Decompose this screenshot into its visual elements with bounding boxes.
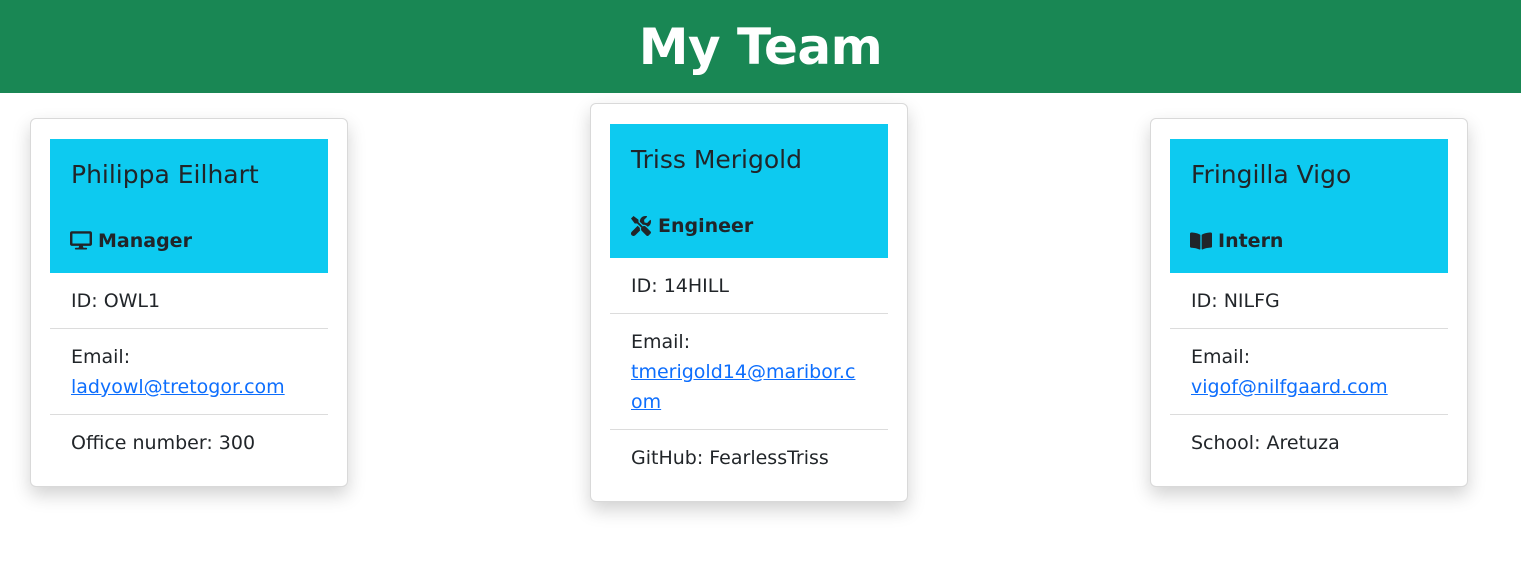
id-value: 14HILL <box>663 275 729 297</box>
school-label: School: <box>1191 432 1267 454</box>
employee-id: ID: 14HILL <box>610 258 888 314</box>
id-label: ID: <box>71 290 104 312</box>
id-value: NILFG <box>1223 290 1280 312</box>
employee-details: ID: 14HILL Email: tmerigold14@maribor.com… <box>610 258 888 485</box>
employee-id: ID: NILFG <box>1170 273 1448 329</box>
employee-role: Intern <box>1190 230 1283 252</box>
id-label: ID: <box>1191 290 1224 312</box>
email-link[interactable]: ladyowl@tretogor.com <box>71 376 285 398</box>
page-header: My Team <box>0 0 1521 93</box>
card-header: Triss Merigold Engineer <box>610 124 888 258</box>
employee-role: Engineer <box>630 215 753 237</box>
employee-card-manager: Philippa Eilhart Manager ID: OWL1 Email:… <box>30 118 348 487</box>
employee-name: Triss Merigold <box>631 145 802 174</box>
employee-school: School: Aretuza <box>1170 415 1448 470</box>
employee-card-engineer: Triss Merigold Engineer ID: 14HILL Email… <box>590 103 908 502</box>
employee-github: GitHub: FearlessTriss <box>610 430 888 485</box>
employee-name: Fringilla Vigo <box>1191 160 1352 189</box>
office-value: 300 <box>218 432 256 454</box>
role-label: Intern <box>1218 230 1284 252</box>
github-value: FearlessTriss <box>709 447 829 469</box>
card-header: Fringilla Vigo Intern <box>1170 139 1448 273</box>
id-value: OWL1 <box>103 290 161 312</box>
employee-details: ID: NILFG Email: vigof@nilfgaard.com Scho… <box>1170 273 1448 470</box>
employee-details: ID: OWL1 Email: ladyowl@tretogor.com Offi… <box>50 273 328 470</box>
book-icon <box>1190 232 1212 250</box>
email-label: Email: <box>1191 346 1251 368</box>
email-link[interactable]: tmerigold14@maribor.com <box>631 361 855 413</box>
school-value: Aretuza <box>1266 432 1340 454</box>
employee-office: Office number: 300 <box>50 415 328 470</box>
email-label: Email: <box>631 331 691 353</box>
page-title: My Team <box>638 17 883 76</box>
card-header: Philippa Eilhart Manager <box>50 139 328 273</box>
desktop-icon <box>70 231 92 250</box>
id-label: ID: <box>631 275 664 297</box>
email-link[interactable]: vigof@nilfgaard.com <box>1191 376 1388 398</box>
employee-name: Philippa Eilhart <box>71 160 259 189</box>
tools-icon <box>630 216 651 236</box>
employee-role: Manager <box>70 230 192 252</box>
employee-email: Email: ladyowl@tretogor.com <box>50 329 328 415</box>
role-label: Manager <box>98 230 192 252</box>
employee-email: Email: tmerigold14@maribor.com <box>610 314 888 430</box>
role-label: Engineer <box>658 215 754 237</box>
employee-email: Email: vigof@nilfgaard.com <box>1170 329 1448 415</box>
github-label: GitHub: <box>631 447 710 469</box>
employee-card-intern: Fringilla Vigo Intern ID: NILFG Email: vi… <box>1150 118 1468 487</box>
email-label: Email: <box>71 346 131 368</box>
office-label: Office number: <box>71 432 219 454</box>
employee-id: ID: OWL1 <box>50 273 328 329</box>
